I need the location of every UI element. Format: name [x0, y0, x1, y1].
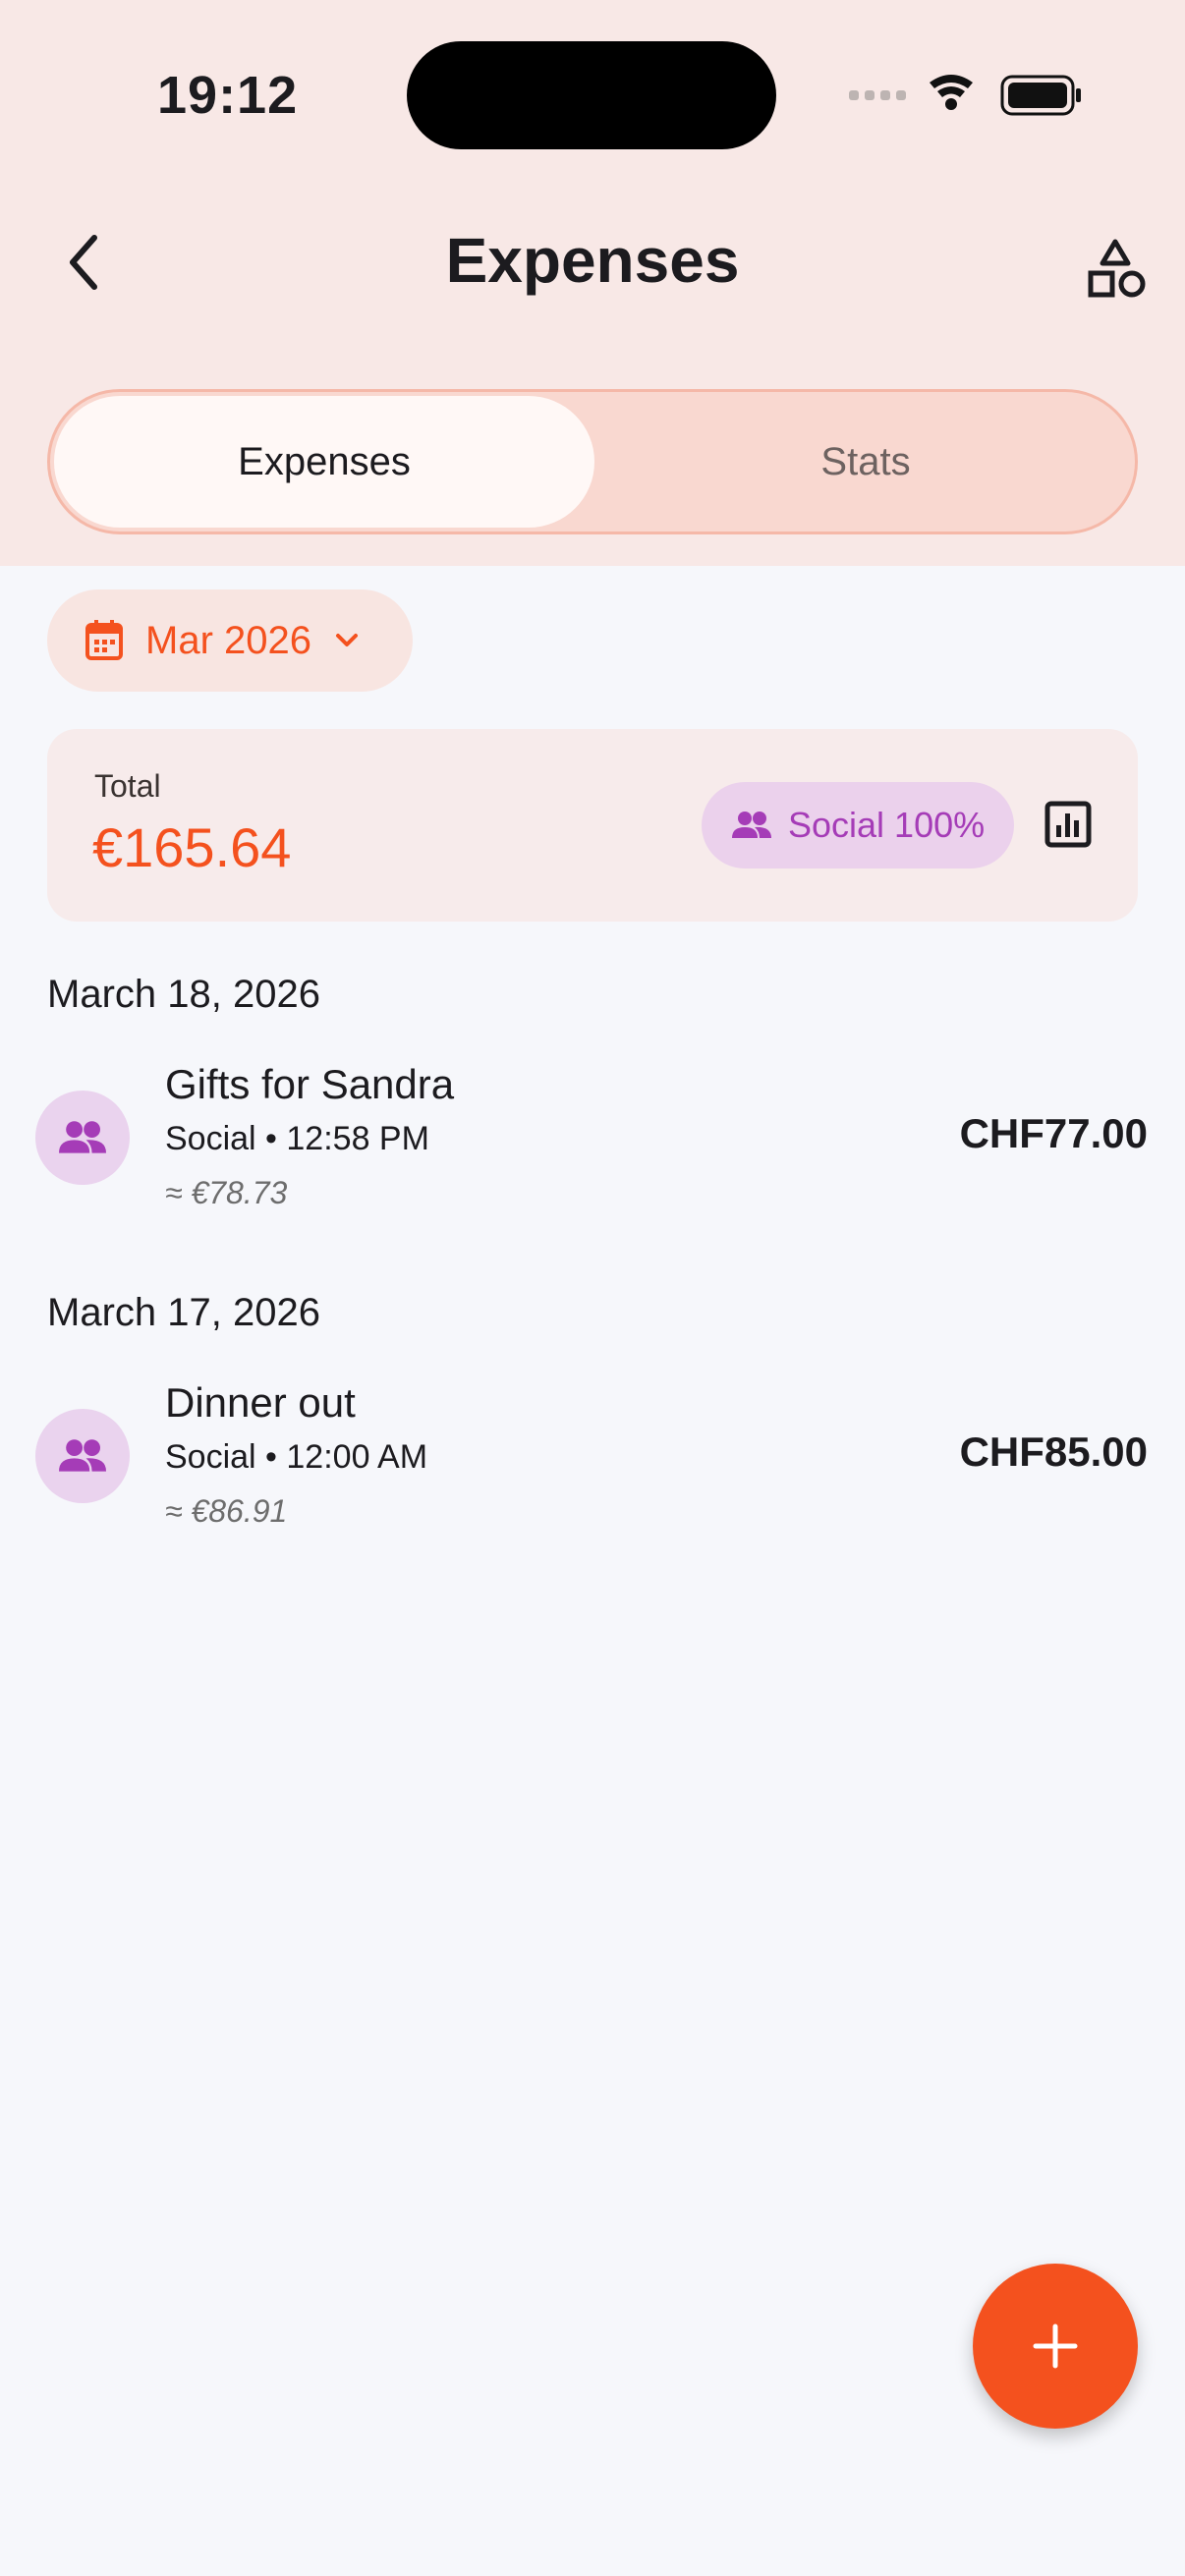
total-value: €165.64 [92, 816, 292, 878]
category-avatar [35, 1091, 130, 1185]
expense-amount: CHF77.00 [959, 1110, 1148, 1156]
status-time: 19:12 [157, 66, 299, 125]
segmented-tabs: Expenses Stats [47, 389, 1138, 534]
status-icons [849, 75, 1081, 116]
month-filter-label: Mar 2026 [145, 618, 311, 662]
total-label: Total [94, 768, 161, 804]
bar-chart-icon[interactable] [1040, 796, 1097, 853]
chevron-down-icon [335, 634, 358, 646]
total-summary-card: Total €165.64 Social 100% [47, 729, 1138, 922]
people-icon [59, 1439, 106, 1472]
expense-meta: Social • 12:58 PM [165, 1120, 429, 1157]
category-breakdown-pill[interactable]: Social 100% [702, 782, 1014, 868]
tab-stats[interactable]: Stats [598, 396, 1133, 528]
expense-name: Gifts for Sandra [165, 1061, 455, 1107]
expense-row[interactable]: Dinner out Social • 12:00 AM ≈ €86.91 CH… [0, 1368, 1185, 1564]
date-header: March 17, 2026 [47, 1291, 320, 1334]
battery-icon [1000, 75, 1081, 116]
expense-converted-amount: ≈ €78.73 [165, 1175, 288, 1210]
expense-meta: Social • 12:00 AM [165, 1438, 428, 1476]
shapes-icon[interactable] [1081, 236, 1150, 305]
calendar-icon [85, 620, 123, 660]
cellular-signal-icon [849, 90, 906, 100]
wifi-icon [930, 75, 973, 110]
expense-row[interactable]: Gifts for Sandra Social • 12:58 PM ≈ €78… [0, 1049, 1185, 1246]
people-icon [732, 812, 771, 838]
people-icon [59, 1121, 106, 1153]
category-pill-label: Social 100% [788, 805, 986, 845]
expense-name: Dinner out [165, 1379, 356, 1426]
tab-expenses[interactable]: Expenses [54, 396, 594, 528]
app-header: 19:12 Expenses Expenses Stats [0, 0, 1185, 566]
add-expense-button[interactable] [973, 2264, 1138, 2429]
expense-converted-amount: ≈ €86.91 [165, 1493, 288, 1529]
dynamic-island [407, 41, 776, 149]
month-filter-chip[interactable]: Mar 2026 [47, 589, 413, 692]
date-header: March 18, 2026 [47, 973, 320, 1016]
page-title: Expenses [445, 225, 740, 296]
expense-amount: CHF85.00 [959, 1428, 1148, 1475]
category-avatar [35, 1409, 130, 1503]
plus-icon [1033, 2324, 1078, 2369]
